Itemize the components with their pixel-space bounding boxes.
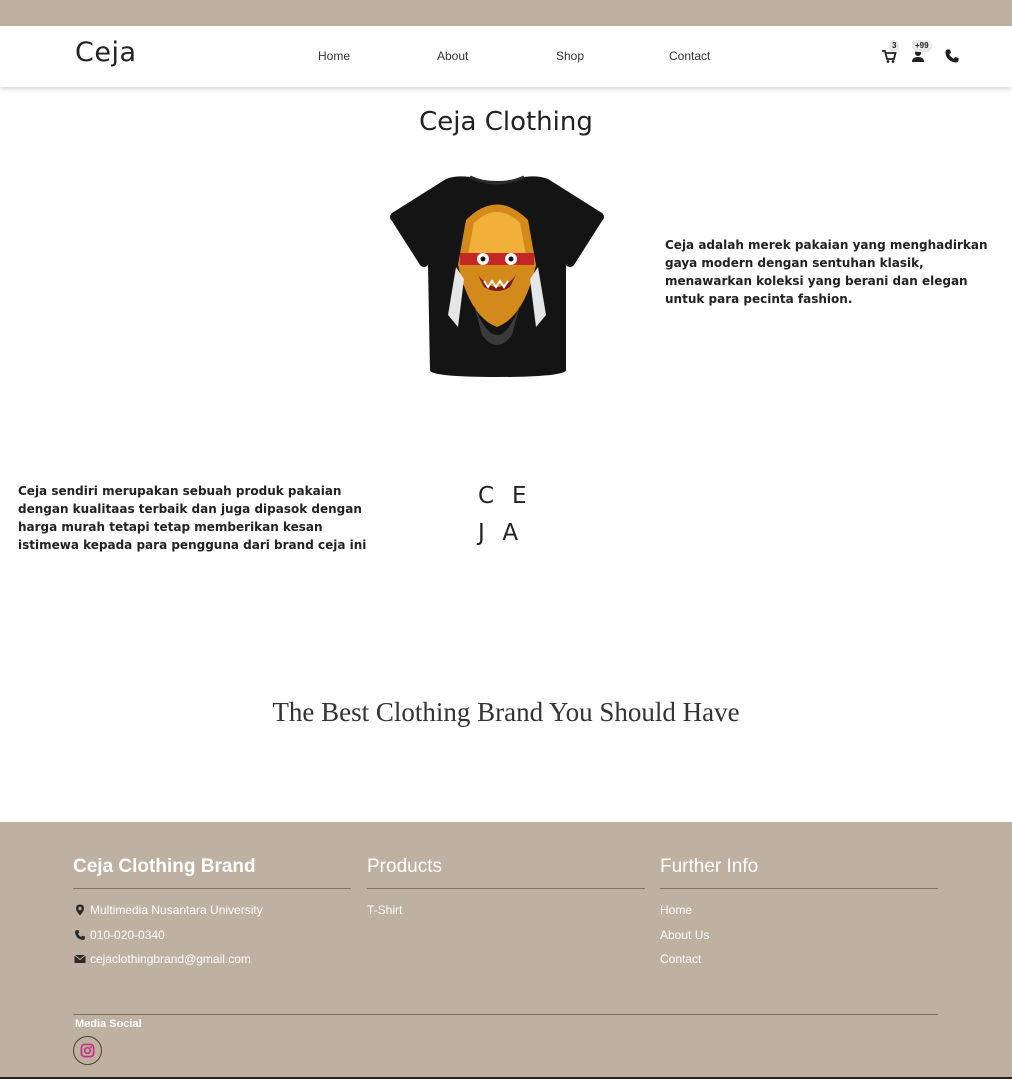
footer-brand-title: Ceja Clothing Brand bbox=[73, 856, 256, 877]
nav-link-contact[interactable]: Contact bbox=[669, 49, 710, 63]
brand-description-text: Ceja sendiri merupakan sebuah produk pak… bbox=[18, 484, 367, 552]
nav-link-about[interactable]: About bbox=[437, 49, 468, 63]
nav-link-home[interactable]: Home bbox=[318, 49, 350, 63]
cart-count-badge: 3 bbox=[889, 40, 900, 52]
footer-divider bbox=[73, 888, 351, 889]
footer-products-title: Products bbox=[367, 856, 442, 877]
tagline: The Best Clothing Brand You Should Have bbox=[272, 697, 740, 727]
footer-phone-text: 010-020-0340 bbox=[90, 928, 165, 942]
social-media-title: Media Social bbox=[75, 1018, 142, 1030]
brand-logo[interactable]: Ceja bbox=[75, 37, 137, 68]
footer-link-contact[interactable]: Contact bbox=[660, 952, 701, 966]
footer-bottom-divider bbox=[73, 1014, 938, 1015]
footer-divider bbox=[660, 888, 938, 889]
footer-divider bbox=[367, 888, 645, 889]
footer-phone: 010-020-0340 bbox=[74, 928, 165, 942]
phone-icon bbox=[75, 930, 85, 940]
brand-intro-text: Ceja adalah merek pakaian yang menghadir… bbox=[665, 238, 988, 306]
instagram-button[interactable] bbox=[73, 1036, 102, 1065]
user-count-badge: +99 bbox=[912, 40, 932, 52]
page-title: Ceja Clothing bbox=[419, 107, 593, 137]
instagram-icon bbox=[80, 1043, 95, 1058]
nav-link-shop[interactable]: Shop bbox=[556, 49, 584, 63]
footer: Ceja Clothing Brand Multimedia Nusantara… bbox=[0, 822, 1012, 1079]
footer-link-tshirt[interactable]: T-Shirt bbox=[367, 903, 402, 917]
phone-icon[interactable] bbox=[944, 48, 960, 64]
footer-info-title: Further Info bbox=[660, 856, 759, 877]
navbar: Ceja Home About Shop Contact 3 +99 bbox=[0, 26, 1012, 87]
ceja-monogram-line-2: JA bbox=[478, 520, 537, 546]
ceja-monogram-line-1: CE bbox=[478, 483, 545, 509]
footer-email: cejaclothingbrand@gmail.com bbox=[74, 952, 251, 966]
footer-address: Multimedia Nusantara University bbox=[74, 903, 263, 917]
footer-address-text: Multimedia Nusantara University bbox=[90, 903, 263, 917]
footer-link-about-us[interactable]: About Us bbox=[660, 928, 709, 942]
tshirt-product-image bbox=[388, 175, 606, 385]
footer-email-text: cejaclothingbrand@gmail.com bbox=[90, 952, 251, 966]
location-icon bbox=[76, 904, 84, 916]
top-band bbox=[0, 0, 1012, 26]
footer-link-home[interactable]: Home bbox=[660, 903, 692, 917]
email-icon bbox=[74, 954, 86, 963]
